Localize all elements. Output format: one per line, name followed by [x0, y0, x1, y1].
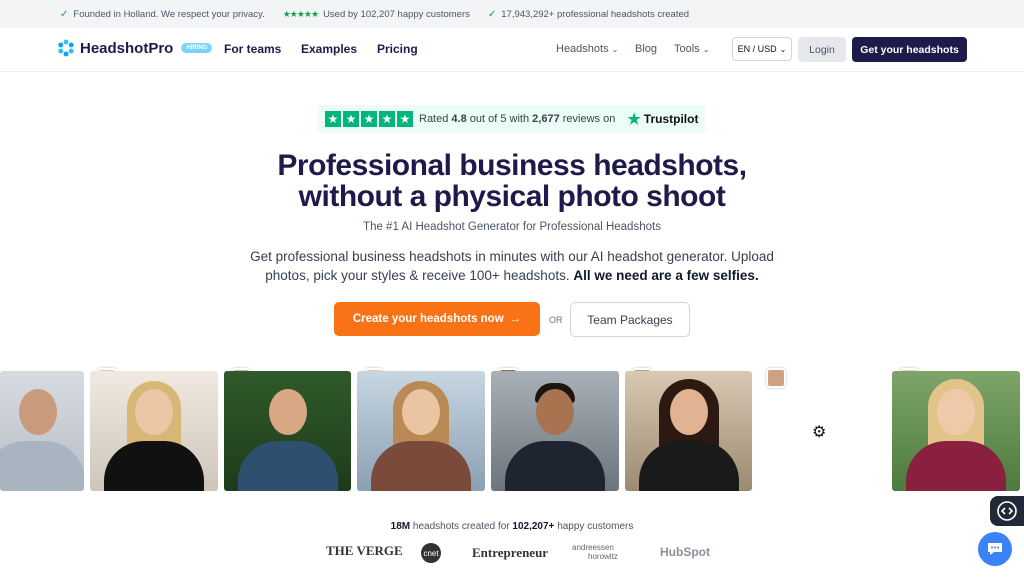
create-headshots-button[interactable]: Create your headshots now → — [334, 302, 540, 336]
loading-gears-icon: ⚙ — [812, 424, 827, 441]
nav-tools-label: Tools — [674, 43, 700, 55]
desc-line2: photos, pick your styles & receive 100+ … — [265, 268, 570, 283]
or-divider: OR — [549, 315, 563, 325]
used-by-item: ★★★★★ Used by 102,207 happy customers — [283, 9, 470, 20]
lang-label: EN / USD — [737, 44, 777, 54]
login-button[interactable]: Login — [798, 37, 846, 62]
nav-pricing[interactable]: Pricing — [377, 42, 418, 56]
code-view-icon — [997, 501, 1017, 521]
accessibility-widget[interactable] — [990, 496, 1024, 526]
selfie-thumbnail — [766, 368, 786, 388]
stat-text1: headshots created for — [412, 521, 510, 532]
hero-description: Get professional business headshots in m… — [240, 247, 784, 285]
face — [135, 389, 173, 435]
out-of-label: out of 5 with — [469, 113, 530, 125]
hero-subtitle: The #1 AI Headshot Generator for Profess… — [363, 221, 661, 233]
shirt — [505, 441, 605, 491]
created-item: ✓ 17,943,292+ professional headshots cre… — [488, 9, 689, 20]
headshot-photo — [491, 371, 619, 491]
nav-examples[interactable]: Examples — [301, 42, 357, 56]
shirt — [0, 441, 84, 491]
nav-headshots[interactable]: Headshots ⌄ — [556, 43, 618, 55]
founded-item: ✓ Founded in Holland. We respect your pr… — [60, 9, 265, 20]
main-nav: HeadshotPro HIRING For teams Examples Pr… — [0, 28, 1024, 72]
rating-text: Rated 4.8 out of 5 with 2,677 reviews on — [419, 113, 615, 125]
stars-icon: ★★★★★ — [282, 8, 319, 19]
chevron-down-icon: ⌄ — [702, 45, 710, 54]
hubspot-logo: HubSpot — [660, 545, 710, 559]
stat-customers: 102,207+ — [512, 521, 555, 532]
create-headshots-label: Create your headshots now — [352, 313, 504, 325]
face — [536, 389, 574, 435]
trustpilot-badge[interactable]: ★ ★ ★ ★ ★ Rated 4.8 out of 5 with 2,677 … — [318, 105, 705, 133]
entrepreneur-logo: Entrepreneur — [472, 545, 549, 560]
shirt — [371, 441, 471, 491]
headshot-photo — [357, 371, 485, 491]
reviews-on-label: reviews on — [562, 113, 616, 125]
star-icon: ★ — [397, 111, 413, 127]
headshot-photo — [892, 371, 1020, 491]
andreessen-horowitz-logo: andreessen horowitz — [572, 543, 618, 561]
team-packages-button[interactable]: Team Packages — [570, 302, 690, 337]
logo[interactable]: HeadshotPro HIRING — [57, 39, 213, 57]
logo-text: HeadshotPro — [80, 39, 174, 57]
trustpilot-star-icon: ★ — [627, 111, 641, 128]
shirt — [237, 441, 338, 491]
desc-line1: Get professional business headshots in m… — [250, 249, 774, 264]
headshot-photo — [625, 371, 752, 491]
created-text: 17,943,292+ professional headshots creat… — [501, 8, 690, 20]
rating-score: 4.8 — [451, 113, 467, 125]
shirt — [906, 441, 1006, 491]
face — [937, 389, 975, 435]
desc-bold: All we need are a few selfies. — [573, 268, 759, 283]
hero-title-line1: Professional business headshots, — [277, 149, 747, 182]
trustpilot-brand: Trustpilot — [643, 112, 699, 126]
chevron-down-icon: ⌄ — [779, 44, 787, 54]
nav-tools[interactable]: Tools ⌄ — [674, 43, 709, 55]
a16z-line1: andreessen — [572, 543, 614, 552]
chevron-down-icon: ⌄ — [611, 45, 619, 54]
stat-text2: happy customers — [557, 521, 634, 532]
face — [268, 389, 307, 435]
hero-title-line2: without a physical photo shoot — [298, 180, 726, 213]
stat-count: 18M — [390, 521, 411, 532]
arrow-right-icon: → — [509, 313, 522, 325]
used-by-text: Used by 102,207 happy customers — [323, 8, 470, 20]
headshot-photo — [90, 371, 218, 491]
nav-for-teams[interactable]: For teams — [224, 42, 281, 56]
get-headshots-button[interactable]: Get your headshots — [852, 37, 967, 62]
headshot-photo — [224, 371, 351, 491]
star-icon: ★ — [343, 111, 359, 127]
star-icon: ★ — [325, 111, 341, 127]
hiring-badge[interactable]: HIRING — [181, 43, 213, 53]
headshot-photo — [0, 371, 84, 491]
cnet-logo: cnet — [421, 543, 441, 563]
face — [669, 389, 708, 435]
founded-text: Founded in Holland. We respect your priv… — [73, 8, 265, 20]
chat-bubble-icon — [988, 543, 1002, 555]
announcement-bar: ✓ Founded in Holland. We respect your pr… — [0, 0, 1024, 28]
face — [19, 389, 57, 435]
language-currency-select[interactable]: EN / USD ⌄ — [732, 37, 792, 61]
chat-button[interactable] — [978, 532, 1012, 566]
face — [402, 389, 440, 435]
nav-blog[interactable]: Blog — [635, 43, 657, 55]
a16z-line2: horowitz — [588, 552, 618, 561]
trustpilot-logo: ★ Trustpilot — [627, 110, 698, 128]
shirt — [638, 441, 739, 491]
star-icon: ★ — [379, 111, 395, 127]
trustpilot-stars: ★ ★ ★ ★ ★ — [325, 111, 413, 127]
check-icon: ✓ — [60, 8, 69, 20]
shirt — [104, 441, 204, 491]
the-verge-logo: THE VERGE — [326, 543, 403, 558]
nav-headshots-label: Headshots — [556, 43, 609, 55]
logo-icon — [58, 39, 74, 57]
rated-label: Rated — [419, 113, 449, 125]
headshots-created-stat: 18M headshots created for 102,207+ happy… — [0, 521, 1024, 532]
star-icon: ★ — [361, 111, 377, 127]
review-count: 2,677 — [532, 113, 560, 125]
check-icon: ✓ — [487, 8, 497, 20]
hero-title: Professional business headshots, without… — [0, 150, 1024, 212]
